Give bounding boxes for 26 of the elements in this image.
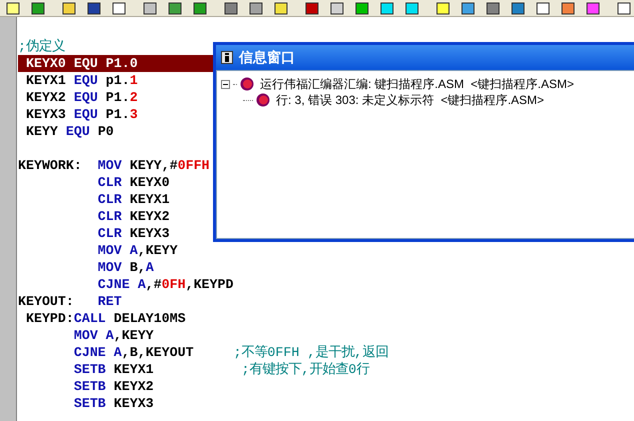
code-line: CLR KEYX3 [96, 225, 170, 242]
tree-toggle[interactable] [221, 80, 230, 88]
code-line: CJNE A,#0FH,KEYPD [96, 276, 234, 293]
code-line: CLR KEYX0 [96, 174, 170, 191]
code-line: MOV A,KEYY [72, 327, 154, 344]
code-line: KEYX1 EQU p1.1 [24, 72, 138, 89]
code-line: SETB KEYX3 [72, 395, 154, 412]
error-icon [240, 77, 254, 91]
code-line: KEYX3 EQU P1.3 [24, 106, 138, 123]
code-line: ;伪定义 [18, 38, 65, 55]
code-line: KEYOUT: RET [18, 293, 122, 310]
window-title: 信息窗口 [239, 48, 295, 67]
code-line: KEYX2 EQU P1.2 [24, 89, 138, 106]
code-line: KEYWORK: MOV KEYY,#0FFH [18, 157, 210, 174]
error-icon [256, 93, 270, 107]
code-line: SETB KEYX1 ;有键按下,开始查0行 [72, 361, 370, 378]
message-text[interactable]: 运行伟福汇编器汇编: 键扫描程序.ASM <键扫描程序.ASM> [260, 75, 574, 93]
code-line: CLR KEYX2 [96, 208, 170, 225]
code-line: KEYPD:CALL DELAY10MS [24, 310, 186, 327]
code-line: KEYY EQU P0 [24, 123, 114, 140]
message-text[interactable]: 行: 3, 错误 303: 未定义标示符 <键扫描程序.ASM> [276, 91, 544, 109]
code-line: SETB KEYX2 [72, 378, 154, 395]
code-line: MOV B,A [96, 259, 154, 276]
code-line: MOV A,KEYY [96, 242, 178, 259]
code-line: CJNE A,B,KEYOUT ;不等0FFH ,是干扰,返回 [72, 344, 388, 361]
code-line: CLR KEYX1 [96, 191, 170, 208]
